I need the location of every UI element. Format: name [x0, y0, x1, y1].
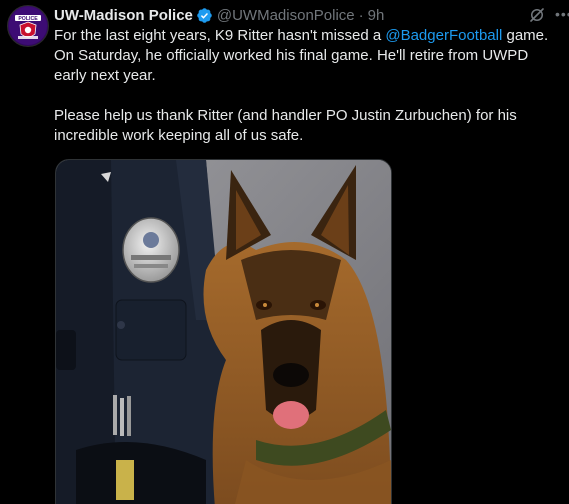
photo-k9-ritter-with-officer-icon: [56, 160, 391, 504]
more-options-icon: •••: [555, 6, 569, 22]
author-display-name[interactable]: UW-Madison Police: [54, 7, 193, 24]
header-separator: ·: [358, 6, 364, 24]
more-options-button[interactable]: •••: [555, 4, 569, 24]
tweet-text-line1-post: game.: [502, 27, 549, 44]
author-avatar[interactable]: POLICE: [7, 5, 49, 47]
tweet: POLICE UW-Madison Police @UWMadisonPolic…: [0, 0, 569, 504]
tweet-text-line1-pre: For the last eight years, K9 Ritter hasn…: [54, 27, 386, 44]
tweet-header: UW-Madison Police @UWMadisonPolice · 9h: [54, 4, 569, 26]
tweet-paragraph-2: Please help us thank Ritter (and handler…: [54, 107, 517, 144]
verified-badge-icon: [196, 7, 213, 24]
tweet-paragraph-1: For the last eight years, K9 Ritter hasn…: [54, 26, 564, 86]
grok-button[interactable]: [527, 5, 547, 25]
tweet-text: For the last eight years, K9 Ritter hasn…: [54, 26, 564, 146]
author-handle[interactable]: @UWMadisonPolice: [217, 7, 355, 24]
tweet-timestamp[interactable]: 9h: [368, 7, 385, 24]
mention-link[interactable]: @BadgerFootball: [385, 27, 502, 44]
police-badge-avatar-icon: POLICE: [9, 7, 47, 45]
tweet-text-line2: On Saturday, he officially worked his fi…: [54, 47, 529, 84]
tweet-photo[interactable]: [55, 159, 392, 504]
grok-icon: [530, 8, 544, 22]
svg-text:POLICE: POLICE: [18, 16, 38, 22]
